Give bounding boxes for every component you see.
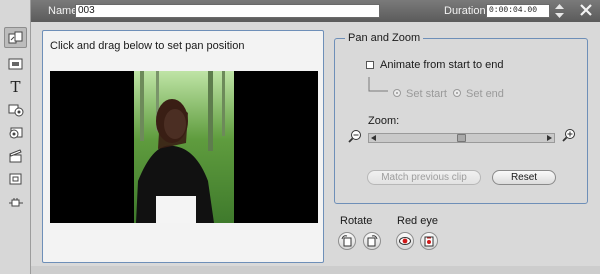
zoom-out-icon[interactable] — [348, 129, 362, 143]
bottom-edge — [31, 266, 600, 274]
zoom-in-icon[interactable] — [562, 128, 576, 142]
animate-label: Animate from start to end — [380, 59, 504, 71]
preview-instruction: Click and drag below to set pan position — [50, 40, 245, 52]
rotate-right-button[interactable] — [363, 232, 381, 250]
match-previous-clip-button[interactable]: Match previous clip — [367, 170, 481, 185]
set-end-radio[interactable] — [453, 89, 461, 97]
red-eye-undo-icon — [424, 236, 434, 247]
preview-panel: Click and drag below to set pan position — [42, 30, 324, 263]
set-start-radio[interactable] — [393, 89, 401, 97]
red-eye-undo-button[interactable] — [420, 232, 438, 250]
rotate-left-button[interactable] — [338, 232, 356, 250]
audio-effect-button[interactable] — [4, 99, 27, 120]
zoom-slider[interactable] — [368, 133, 555, 143]
duration-stepper[interactable] — [555, 3, 564, 19]
photo-effect-icon — [9, 127, 22, 138]
set-end-label: Set end — [466, 88, 504, 100]
pan-zoom-title: Pan and Zoom — [345, 32, 424, 44]
video-properties-icon — [8, 58, 22, 69]
set-start-label: Set start — [406, 88, 447, 100]
rotate-label: Rotate — [340, 215, 373, 227]
close-icon — [580, 4, 592, 16]
red-eye-label: Red eye — [397, 215, 438, 227]
zoom-slider-thumb[interactable] — [457, 134, 466, 142]
zoom-label: Zoom: — [368, 115, 400, 127]
zoom-right-arrow-icon[interactable] — [547, 135, 552, 141]
frame-icon — [9, 173, 21, 184]
photo-thumbnail — [134, 71, 234, 223]
reset-button[interactable]: Reset — [492, 170, 556, 185]
duration-field[interactable]: 0:00:04.00 — [486, 4, 550, 18]
red-eye-icon — [399, 237, 411, 245]
title-text-icon: T — [10, 77, 21, 96]
rotate-right-icon — [367, 235, 378, 247]
tool-strip: T — [0, 0, 31, 274]
plug-icon — [8, 197, 23, 206]
zoom-left-arrow-icon[interactable] — [371, 135, 376, 141]
pan-zoom-group: Pan and Zoom Animate from start to end S… — [334, 32, 588, 204]
animate-checkbox[interactable] — [366, 61, 374, 69]
plug-button[interactable] — [4, 192, 27, 213]
pan-zoom-tool-icon — [8, 31, 22, 43]
title-text-button[interactable]: T — [4, 76, 27, 97]
title-bar: Name: 003 Duration: 0:00:04.00 — [31, 0, 600, 22]
close-button[interactable] — [578, 2, 594, 18]
frame-button[interactable] — [4, 168, 27, 189]
pan-position-canvas[interactable] — [50, 71, 318, 223]
pan-zoom-tool-button[interactable] — [4, 27, 27, 48]
photo-effect-button[interactable] — [4, 122, 27, 143]
clapper-button[interactable] — [4, 145, 27, 166]
clapper-icon — [8, 148, 22, 162]
name-field[interactable]: 003 — [75, 4, 380, 18]
tree-connector-icon — [368, 77, 388, 92]
rotate-left-icon — [341, 235, 352, 247]
stepper-arrows-icon — [555, 4, 564, 18]
red-eye-button[interactable] — [396, 232, 414, 250]
main-panel: Click and drag below to set pan position — [31, 22, 600, 274]
audio-effect-icon — [8, 104, 23, 116]
video-properties-button[interactable] — [4, 53, 27, 74]
duration-label: Duration: — [444, 5, 489, 17]
